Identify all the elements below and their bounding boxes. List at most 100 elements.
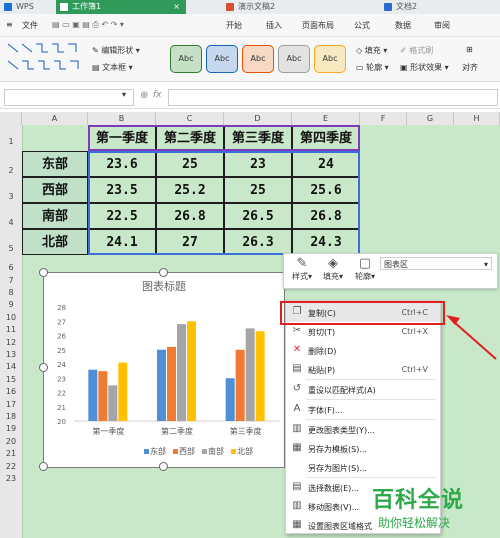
row-header[interactable]: 2: [0, 166, 22, 175]
format-brush-icon: ✐: [400, 46, 407, 55]
menu-item-label: 重设以匹配样式(A): [308, 386, 376, 395]
col-a[interactable]: A: [22, 112, 88, 125]
watermark-title: 百科全说: [372, 488, 465, 513]
chevron-down-icon[interactable]: ▾: [122, 90, 126, 99]
col-h[interactable]: H: [454, 112, 500, 125]
row-header[interactable]: 22: [0, 462, 22, 471]
row-header[interactable]: 8: [0, 288, 22, 297]
edit-shape-button[interactable]: ✎ 编辑形状 ▾: [92, 45, 140, 56]
row-header[interactable]: 11: [0, 325, 22, 334]
menu-item-9[interactable]: 另存为图片(S)...: [286, 458, 440, 477]
shape-effect-icon: ▣: [400, 63, 408, 72]
row-label-cell[interactable]: 西部: [22, 177, 88, 203]
chart-svg: 图表标题 20 21 22 23 24 25 26 27 28 第一季度 第二季度 第三季度东部 西部 南部…: [57, 279, 280, 456]
resize-handle[interactable]: [159, 462, 168, 471]
row-header[interactable]: 6: [0, 263, 22, 272]
align-icon[interactable]: ⊞: [466, 45, 473, 54]
row-header[interactable]: 12: [0, 338, 22, 347]
menu-item-7[interactable]: ▥ 更改图表类型(Y)...: [286, 420, 440, 439]
menu-page-layout[interactable]: 页面布局: [302, 20, 334, 31]
bar-北部: [118, 362, 128, 421]
row-header[interactable]: 3: [0, 192, 22, 201]
style-button[interactable]: ✎ 样式▾: [288, 256, 316, 286]
menu-review[interactable]: 审阅: [434, 20, 450, 31]
y-tick-label: 20: [57, 418, 66, 426]
row-header[interactable]: 19: [0, 424, 22, 433]
resize-handle[interactable]: [39, 268, 48, 277]
row-label-cell[interactable]: 南部: [22, 203, 88, 229]
tab-workbook1[interactable]: 工作簿1 ×: [56, 0, 186, 14]
menu-file[interactable]: 文件: [22, 20, 38, 31]
row-header[interactable]: 5: [0, 244, 22, 253]
menu-item-label: 粘贴(P): [308, 366, 336, 375]
outline-button[interactable]: ▭ 轮廓 ▾: [356, 62, 389, 73]
row-label-cell[interactable]: 北部: [22, 229, 88, 255]
row-header[interactable]: 21: [0, 449, 22, 458]
shape-style-3[interactable]: Abc: [242, 45, 274, 73]
row-label-cell[interactable]: 东部: [22, 151, 88, 177]
tab-wps[interactable]: WPS: [0, 0, 56, 14]
shape-style-1[interactable]: Abc: [170, 45, 202, 73]
outline-button[interactable]: ▢ 轮廓▾: [350, 256, 380, 286]
fill-button[interactable]: ◈ 填充▾: [318, 256, 348, 286]
col-d[interactable]: D: [224, 112, 292, 125]
textbox-button[interactable]: ▤ 文本框 ▾: [92, 62, 133, 73]
menu-item-4[interactable]: ▤ 粘贴(P) Ctrl+V: [286, 360, 440, 379]
row-header[interactable]: 15: [0, 375, 22, 384]
row-header[interactable]: 7: [0, 276, 22, 285]
shape-effect-button[interactable]: ▣ 形状效果 ▾: [400, 62, 449, 73]
row-header[interactable]: 18: [0, 412, 22, 421]
format-chart-icon: ▦: [292, 519, 302, 530]
fill-button[interactable]: ◇ 填充 ▾: [356, 45, 387, 56]
quick-access-icons[interactable]: ▤ ▭ ▣ ▤ ⎙ ↶ ↷ ▾: [52, 20, 124, 30]
chart-element-dropdown[interactable]: 图表区 ▾: [380, 257, 492, 270]
menu-item-6[interactable]: A 字体(F)...: [286, 400, 440, 419]
resize-handle[interactable]: [39, 462, 48, 471]
row-header[interactable]: 13: [0, 350, 22, 359]
formula-input[interactable]: [168, 89, 498, 106]
row-header[interactable]: 4: [0, 218, 22, 227]
col-f[interactable]: F: [360, 112, 407, 125]
cut-icon: ✂: [292, 325, 302, 336]
row-header[interactable]: 17: [0, 400, 22, 409]
row-header[interactable]: 9: [0, 300, 22, 309]
resize-handle[interactable]: [39, 363, 48, 372]
menu-formula[interactable]: 公式: [354, 20, 370, 31]
name-box[interactable]: [4, 89, 134, 106]
shape-style-4[interactable]: Abc: [278, 45, 310, 73]
row-header[interactable]: 16: [0, 387, 22, 396]
tab-presentation2[interactable]: 演示文稿2: [222, 0, 342, 14]
select-all-corner[interactable]: [0, 112, 22, 125]
menu-item-label: 剪切(T): [308, 328, 336, 337]
fx-icon[interactable]: fx: [153, 90, 162, 100]
menu-item-5[interactable]: ↺ 重设以匹配样式(A): [286, 380, 440, 399]
tab-document2[interactable]: 文档2: [380, 0, 490, 14]
row-header[interactable]: 10: [0, 313, 22, 322]
resize-handle[interactable]: [159, 268, 168, 277]
row-header[interactable]: 20: [0, 437, 22, 446]
row-header[interactable]: 23: [0, 474, 22, 483]
menu-data[interactable]: 数据: [395, 20, 411, 31]
row-header[interactable]: 1: [0, 137, 22, 146]
bar-西部: [167, 346, 176, 421]
menu-insert[interactable]: 插入: [266, 20, 282, 31]
col-g[interactable]: G: [407, 112, 454, 125]
menu-start[interactable]: 开始: [226, 20, 242, 31]
zoom-icon[interactable]: ⊕: [140, 90, 148, 101]
shape-style-5[interactable]: Abc: [314, 45, 346, 73]
align-button[interactable]: 对齐: [462, 62, 478, 73]
shape-gallery[interactable]: [4, 41, 86, 77]
bar-东部: [88, 369, 98, 421]
col-b[interactable]: B: [88, 112, 156, 125]
col-e[interactable]: E: [292, 112, 360, 125]
close-icon[interactable]: ×: [173, 0, 180, 14]
hamburger-icon[interactable]: ≡: [6, 20, 13, 29]
format-brush-button[interactable]: ✐ 格式刷: [400, 45, 433, 56]
row-header[interactable]: 14: [0, 362, 22, 371]
chart-area[interactable]: 图表标题 20 21 22 23 24 25 26 27 28 第一季度 第二季度 第三季度 东部 西部 南部…: [43, 272, 285, 468]
col-c[interactable]: C: [156, 112, 224, 125]
menu-item-8[interactable]: ▦ 另存为模板(S)...: [286, 439, 440, 458]
menu-item-3[interactable]: ✕ 删除(D): [286, 341, 440, 360]
shape-style-2[interactable]: Abc: [206, 45, 238, 73]
bar-南部: [177, 324, 186, 421]
